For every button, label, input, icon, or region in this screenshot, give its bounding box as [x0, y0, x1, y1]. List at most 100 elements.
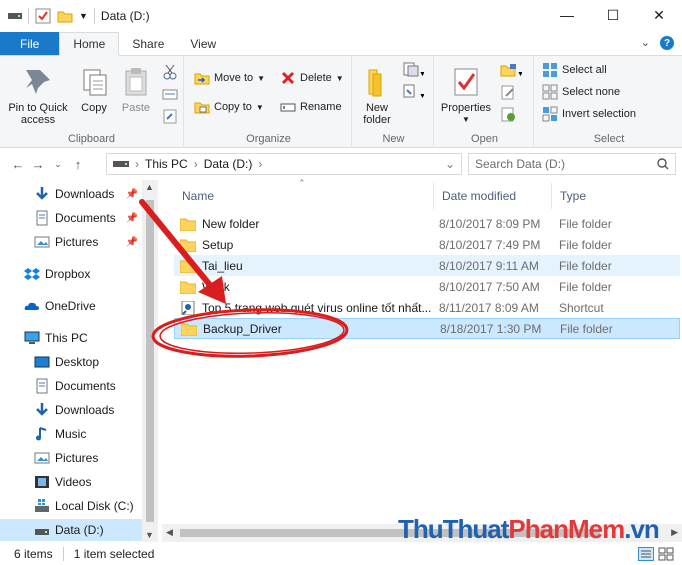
- scroll-down-icon[interactable]: ▼: [145, 530, 154, 540]
- nav-item-dropbox[interactable]: Dropbox: [0, 263, 142, 285]
- nav-item-desktop[interactable]: Desktop: [0, 351, 142, 373]
- table-row[interactable]: Work 8/10/2017 7:50 AM File folder: [174, 276, 680, 297]
- properties-button[interactable]: Properties ▼: [438, 66, 494, 126]
- tab-home[interactable]: Home: [59, 32, 120, 56]
- copy-to-label: Copy to: [214, 101, 252, 113]
- move-to-button[interactable]: Move to ▼: [194, 70, 265, 86]
- nav-item-onedrive[interactable]: OneDrive: [0, 295, 142, 317]
- horizontal-scrollbar-thumb[interactable]: [180, 529, 600, 537]
- back-arrow-icon[interactable]: ←: [8, 157, 28, 172]
- nav-item-videos[interactable]: Videos: [0, 471, 142, 493]
- table-row[interactable]: Setup 8/10/2017 7:49 PM File folder: [174, 234, 680, 255]
- table-row[interactable]: Tai_lieu 8/10/2017 9:11 AM File folder: [174, 255, 680, 276]
- maximize-button[interactable]: ☐: [590, 0, 636, 30]
- details-view-icon[interactable]: [638, 547, 654, 561]
- file-type: File folder: [560, 321, 613, 336]
- rename-button[interactable]: Rename: [280, 99, 342, 115]
- up-arrow-icon[interactable]: ↑: [68, 157, 88, 172]
- column-header-date[interactable]: Date modified: [434, 183, 552, 209]
- nav-item-pc-pictures[interactable]: Pictures: [0, 447, 142, 469]
- nav-label: OneDrive: [45, 299, 96, 313]
- horizontal-scrollbar[interactable]: ◀ ▶: [162, 524, 682, 542]
- recent-dropdown-icon[interactable]: ⌄: [48, 159, 68, 170]
- scroll-up-icon[interactable]: ▲: [145, 182, 154, 192]
- properties-icon[interactable]: [35, 8, 51, 24]
- tab-view[interactable]: View: [177, 32, 229, 55]
- status-divider: [62, 547, 64, 561]
- column-header-type[interactable]: Type: [552, 183, 672, 209]
- delete-button[interactable]: Delete ▼: [280, 70, 344, 86]
- invert-selection-label: Invert selection: [562, 108, 636, 120]
- pin-icon[interactable]: 📌: [126, 189, 138, 200]
- nav-scrollbar-thumb[interactable]: [146, 200, 154, 522]
- move-to-icon: [194, 73, 210, 85]
- tab-share[interactable]: Share: [119, 32, 177, 55]
- column-header-name[interactable]: Name: [174, 183, 434, 209]
- nav-scrollbar[interactable]: ▲ ▼: [142, 180, 158, 542]
- new-folder-button[interactable]: New folder: [358, 66, 396, 126]
- history-icon[interactable]: [500, 106, 516, 122]
- minimize-button[interactable]: —: [544, 0, 590, 30]
- nav-item-this-pc[interactable]: This PC: [0, 327, 142, 349]
- nav-item-pc-downloads[interactable]: Downloads: [0, 399, 142, 421]
- large-icons-view-icon[interactable]: [658, 547, 674, 561]
- navigation-pane: Downloads 📌 Documents 📌 Pictures 📌 Dropb…: [0, 180, 158, 542]
- scroll-right-icon[interactable]: ▶: [671, 527, 678, 538]
- easy-access-icon[interactable]: ▼: [402, 84, 424, 100]
- cut-icon[interactable]: [162, 64, 178, 80]
- open-icon[interactable]: ▼: [500, 62, 522, 78]
- close-button[interactable]: ✕: [636, 0, 682, 30]
- nav-item-pictures[interactable]: Pictures 📌: [0, 231, 142, 253]
- invert-selection-button[interactable]: Invert selection: [542, 106, 636, 122]
- search-input[interactable]: Search Data (D:): [468, 153, 676, 175]
- nav-item-music[interactable]: Music: [0, 423, 142, 445]
- file-name: Tai_lieu: [202, 258, 243, 273]
- nav-label: Downloads: [55, 187, 115, 201]
- forward-arrow-icon[interactable]: →: [28, 157, 48, 172]
- properties-icon: [454, 68, 478, 96]
- file-name-cell: Backup_Driver: [181, 322, 441, 336]
- drive-icon: [35, 529, 49, 535]
- move-to-label: Move to: [214, 72, 254, 84]
- delete-dropdown-icon: ▼: [335, 73, 344, 83]
- nav-item-local-disk-c[interactable]: Local Disk (C:): [0, 495, 142, 517]
- copy-button[interactable]: Copy: [76, 66, 112, 114]
- scroll-left-icon[interactable]: ◀: [166, 527, 173, 538]
- breadcrumb-data-d[interactable]: Data (D:): [204, 157, 253, 171]
- address-bar[interactable]: › This PC › Data (D:) › ⌄: [106, 153, 462, 175]
- copy-to-button[interactable]: Copy to ▼: [194, 99, 264, 115]
- file-date: 8/10/2017 8:09 PM: [439, 216, 541, 231]
- select-none-button[interactable]: Select none: [542, 84, 620, 100]
- pin-icon[interactable]: 📌: [126, 237, 138, 248]
- new-item-icon[interactable]: ▼: [402, 62, 424, 78]
- paste-shortcut-icon[interactable]: [162, 108, 178, 124]
- table-row[interactable]: Top 5 trang web quét virus online tốt nh…: [174, 297, 680, 318]
- paste-button[interactable]: Paste: [118, 66, 154, 114]
- ribbon-tabs: File Home Share View ⌄ ?: [0, 32, 682, 56]
- table-row[interactable]: Backup_Driver 8/18/2017 1:30 PM File fol…: [174, 318, 680, 339]
- copy-path-icon[interactable]: [162, 86, 178, 102]
- properties-label: Properties: [440, 102, 492, 114]
- rename-label: Rename: [300, 101, 342, 113]
- select-all-button[interactable]: Select all: [542, 62, 607, 78]
- qat-dropdown-icon[interactable]: ▼: [79, 11, 88, 21]
- nav-item-data-d[interactable]: Data (D:): [0, 519, 142, 541]
- file-date: 8/11/2017 8:09 AM: [439, 300, 539, 315]
- help-icon[interactable]: ?: [660, 36, 674, 50]
- address-dropdown-icon[interactable]: ⌄: [445, 157, 455, 171]
- nav-item-documents[interactable]: Documents 📌: [0, 207, 142, 229]
- file-type: File folder: [559, 258, 612, 273]
- breadcrumb-this-pc[interactable]: This PC: [145, 157, 188, 171]
- edit-icon[interactable]: [500, 84, 516, 100]
- new-folder-icon[interactable]: [57, 8, 73, 24]
- selection-count: 1 item selected: [73, 547, 155, 561]
- copy-to-icon: [194, 102, 210, 114]
- file-name-cell: Top 5 trang web quét virus online tốt nh…: [180, 300, 440, 315]
- table-row[interactable]: New folder 8/10/2017 8:09 PM File folder: [174, 213, 680, 234]
- pin-icon[interactable]: 📌: [126, 213, 138, 224]
- nav-item-pc-documents[interactable]: Documents: [0, 375, 142, 397]
- tab-file[interactable]: File: [0, 32, 60, 55]
- expand-ribbon-icon[interactable]: ⌄: [641, 36, 650, 50]
- nav-item-downloads[interactable]: Downloads 📌: [0, 183, 142, 205]
- pin-quick-access-button[interactable]: Pin to Quick access: [6, 66, 70, 126]
